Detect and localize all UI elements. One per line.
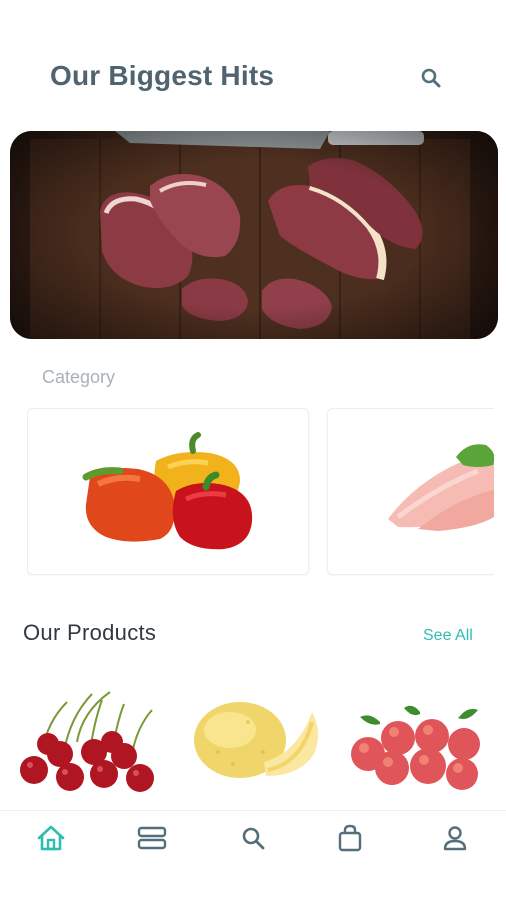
nav-profile[interactable] [435,821,475,855]
see-all-link[interactable]: See All [423,627,473,645]
search-icon [421,68,441,88]
nav-home[interactable] [31,821,71,855]
home-icon [37,825,65,851]
hero-steak-image [10,131,498,339]
peaches-image [351,705,480,790]
product-card-cherries[interactable] [12,682,172,797]
list-icon [137,826,167,850]
nav-categories[interactable] [132,821,172,855]
bottom-nav [0,810,506,866]
search-icon [242,827,265,850]
product-card-melon[interactable] [178,682,338,797]
product-card-peaches[interactable] [340,682,500,797]
hero-banner[interactable] [10,131,498,339]
products-title: Our Products [23,620,157,645]
bag-icon [338,824,362,852]
page-title: Our Biggest Hits [50,60,275,91]
search-button[interactable] [416,63,446,93]
header: Our Biggest Hits [0,0,506,130]
profile-icon [443,826,467,851]
category-list [27,408,494,576]
cherries-image [20,691,154,792]
category-card-chicken[interactable] [327,408,494,575]
category-label: Category [42,367,116,387]
category-card-bell-peppers[interactable] [27,408,309,575]
bell-peppers-image [82,432,253,550]
nav-search[interactable] [233,821,273,855]
nav-bag[interactable] [330,821,370,855]
melon-image [194,702,319,778]
chicken-breast-image [388,444,494,531]
